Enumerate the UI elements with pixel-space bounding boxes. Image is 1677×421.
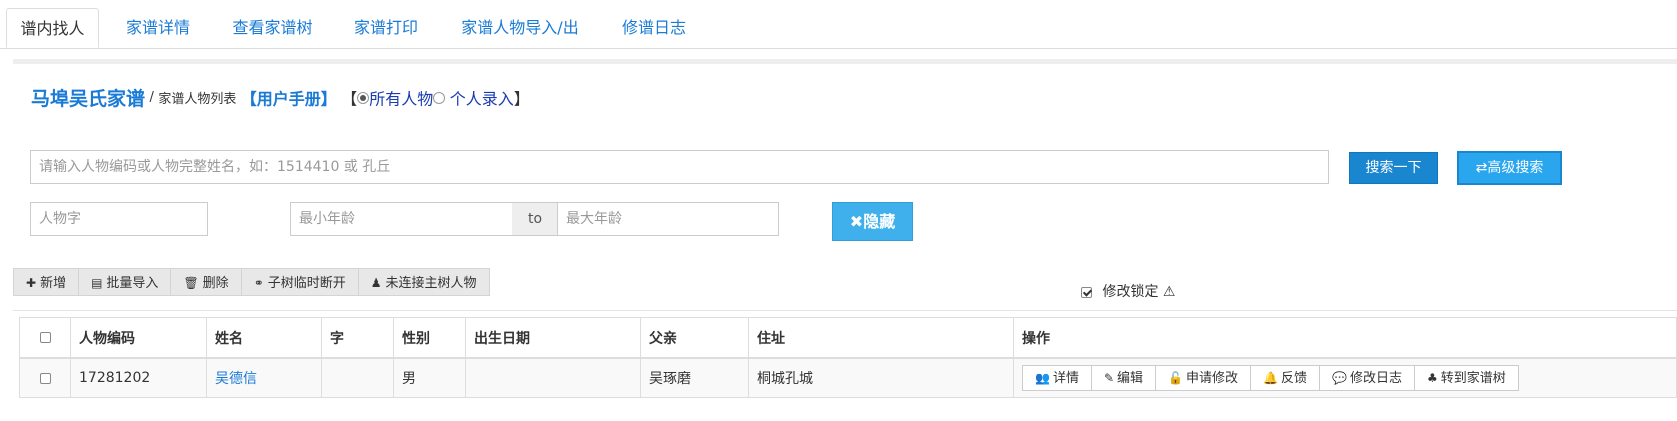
go-to-tree-button[interactable]: ♣ 转到家谱树 bbox=[1414, 365, 1519, 391]
header-name[interactable]: 姓名 bbox=[206, 317, 322, 359]
tab-import-export[interactable]: 家谱人物导入/出 bbox=[447, 8, 593, 48]
family-title-link[interactable]: 马埠吴氏家谱 bbox=[31, 88, 145, 110]
hide-advanced-button[interactable]: ✖隐藏 bbox=[832, 202, 913, 241]
cell-name: 吴德信 bbox=[206, 357, 322, 398]
batch-import-label: 批量导入 bbox=[106, 276, 159, 291]
tab-print[interactable]: 家谱打印 bbox=[341, 8, 431, 48]
subtree-disconnect-label: 子树临时断开 bbox=[267, 276, 346, 291]
tab-bar: 谱内找人 家谱详情 查看家谱树 家谱打印 家谱人物导入/出 修谱日志 bbox=[0, 0, 1677, 49]
tree-icon: ♣ bbox=[1426, 371, 1438, 385]
radio-personal-entry[interactable] bbox=[433, 91, 446, 104]
action-toolbar: ✚ 新增 ▤ 批量导入 🗑 删除 ⚭ 子树临时断开 ♟ 未连接主树人物 bbox=[13, 268, 490, 296]
close-bracket: 】 bbox=[513, 89, 530, 109]
plus-icon: ✚ bbox=[26, 276, 37, 290]
detail-button[interactable]: 👥 详情 bbox=[1022, 365, 1092, 391]
apply-edit-label: 申请修改 bbox=[1186, 371, 1239, 386]
delete-button[interactable]: 🗑 删除 bbox=[171, 268, 242, 296]
user-manual-link[interactable]: 【用户手册】 bbox=[241, 90, 337, 109]
header-gender[interactable]: 性别 bbox=[393, 317, 466, 359]
comment-icon: 💬 bbox=[1331, 371, 1347, 385]
add-label: 新增 bbox=[40, 276, 67, 291]
cell-zi bbox=[321, 357, 394, 398]
search-input[interactable] bbox=[30, 150, 1329, 184]
person-icon: ♟ bbox=[370, 276, 382, 290]
unlink-icon: ⚭ bbox=[253, 276, 264, 290]
cell-gender: 男 bbox=[393, 357, 466, 398]
edit-button[interactable]: ✎ 编辑 bbox=[1091, 365, 1157, 391]
tab-edit-log[interactable]: 修谱日志 bbox=[609, 8, 699, 48]
unconnected-persons-button[interactable]: ♟ 未连接主树人物 bbox=[358, 268, 490, 296]
edit-log-button[interactable]: 💬 修改日志 bbox=[1319, 365, 1415, 391]
cell-operations: 👥 详情 ✎ 编辑 🔓 申请修改 🔔 反馈 💬 修改日志 ♣ 转到家谱树 bbox=[1013, 357, 1677, 398]
batch-import-button[interactable]: ▤ 批量导入 bbox=[79, 268, 172, 296]
zi-input[interactable] bbox=[30, 202, 208, 236]
tab-search-person[interactable]: 谱内找人 bbox=[6, 8, 99, 48]
subtree-disconnect-button[interactable]: ⚭ 子树临时断开 bbox=[241, 268, 359, 296]
cell-father: 吴琢磨 bbox=[640, 357, 749, 398]
row-actions: 👥 详情 ✎ 编辑 🔓 申请修改 🔔 反馈 💬 修改日志 ♣ 转到家谱树 bbox=[1022, 365, 1668, 391]
section-divider bbox=[13, 59, 1677, 64]
unlock-icon: 🔓 bbox=[1168, 371, 1183, 385]
toolbar-divider bbox=[13, 310, 1677, 311]
header-address[interactable]: 住址 bbox=[748, 317, 1014, 359]
detail-label: 详情 bbox=[1052, 371, 1079, 386]
users-icon: 👥 bbox=[1035, 371, 1050, 385]
trash-icon: 🗑 bbox=[183, 276, 199, 290]
min-age-input[interactable] bbox=[290, 202, 513, 236]
go-to-tree-label: 转到家谱树 bbox=[1440, 371, 1506, 386]
edit-lock-label: 修改锁定 bbox=[1102, 284, 1159, 300]
open-bracket: 【 bbox=[341, 89, 358, 109]
edit-lock-checkbox[interactable] bbox=[1081, 286, 1092, 298]
cell-birth-date bbox=[465, 357, 641, 398]
radio-personal-entry-label[interactable]: 个人录入 bbox=[450, 90, 514, 109]
header-father[interactable]: 父亲 bbox=[640, 317, 749, 359]
table-row: 17281202 吴德信 男 吴琢磨 桐城孔城 👥 详情 ✎ 编辑 🔓 申请修改 🔔 反… bbox=[19, 357, 1677, 398]
unconnected-persons-label: 未连接主树人物 bbox=[385, 276, 477, 291]
header-birth-date[interactable]: 出生日期 bbox=[465, 317, 641, 359]
select-all-cell bbox=[19, 317, 71, 359]
header-operations: 操作 bbox=[1013, 317, 1677, 359]
row-checkbox[interactable] bbox=[39, 372, 51, 384]
tab-view-tree[interactable]: 查看家谱树 bbox=[219, 8, 326, 48]
feedback-button[interactable]: 🔔 反馈 bbox=[1251, 365, 1320, 391]
add-button[interactable]: ✚ 新增 bbox=[13, 268, 80, 296]
header-code[interactable]: 人物编码 bbox=[70, 317, 207, 359]
cell-code: 17281202 bbox=[70, 357, 207, 398]
delete-label: 删除 bbox=[202, 276, 229, 291]
search-button[interactable]: 搜索一下 bbox=[1349, 152, 1438, 184]
bell-icon: 🔔 bbox=[1263, 371, 1278, 385]
edit-lock: 修改锁定 ⚠ bbox=[1081, 281, 1175, 301]
edit-label: 编辑 bbox=[1117, 371, 1144, 386]
page-subtitle: 家谱人物列表 bbox=[158, 92, 237, 107]
file-icon: ▤ bbox=[91, 276, 103, 290]
page-title-row: 马埠吴氏家谱 / 家谱人物列表 【用户手册】 【所有人物 个人录入】 bbox=[31, 84, 530, 112]
radio-all-persons-label[interactable]: 所有人物 bbox=[369, 90, 433, 109]
warning-icon[interactable]: ⚠ bbox=[1163, 284, 1176, 300]
tab-family-details[interactable]: 家谱详情 bbox=[113, 8, 203, 48]
table-header-row: 人物编码 姓名 字 性别 出生日期 父亲 住址 操作 bbox=[19, 317, 1677, 359]
max-age-input[interactable] bbox=[557, 202, 779, 236]
header-zi[interactable]: 字 bbox=[321, 317, 394, 359]
person-name-link[interactable]: 吴德信 bbox=[215, 371, 257, 387]
person-table: 人物编码 姓名 字 性别 出生日期 父亲 住址 操作 17281202 吴德信 … bbox=[19, 317, 1677, 398]
breadcrumb-separator: / bbox=[149, 90, 154, 105]
row-select-cell bbox=[19, 357, 71, 398]
apply-edit-button[interactable]: 🔓 申请修改 bbox=[1156, 365, 1252, 391]
feedback-label: 反馈 bbox=[1280, 371, 1307, 386]
advanced-search-button[interactable]: ⇄高级搜索 bbox=[1457, 151, 1562, 185]
cell-address: 桐城孔城 bbox=[748, 357, 1014, 398]
edit-log-label: 修改日志 bbox=[1349, 371, 1402, 386]
age-range-to-label: to bbox=[512, 202, 558, 236]
select-all-checkbox[interactable] bbox=[39, 332, 51, 343]
radio-all-persons[interactable] bbox=[357, 91, 370, 104]
edit-icon: ✎ bbox=[1103, 371, 1115, 385]
